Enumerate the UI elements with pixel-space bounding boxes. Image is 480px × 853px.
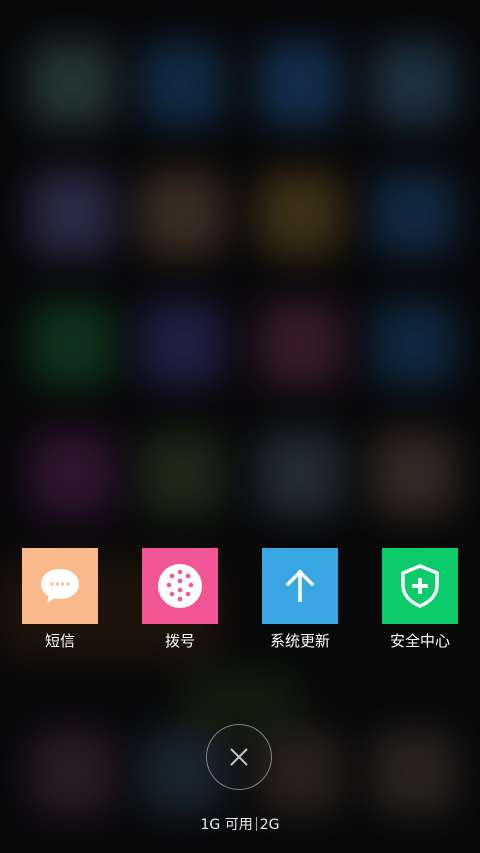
recent-app-dialer[interactable]: 拨号 [130,548,230,651]
recent-apps-row: 短信 拨号 系统更新 安全中心 [0,548,480,658]
app-label-messages: 短信 [44,632,75,650]
recents-screen: 短信 拨号 系统更新 安全中心 1G 可用 2G [0,0,480,853]
app-label-system-update: 系统更新 [269,632,330,650]
shield-plus-icon [382,548,458,624]
recent-app-system-update[interactable]: 系统更新 [250,548,350,651]
app-label-security-center: 安全中心 [389,632,450,650]
memory-total: 2G [259,817,280,833]
dialpad-icon [142,548,218,624]
recent-app-security-center[interactable]: 安全中心 [370,548,470,651]
app-label-dialer: 拨号 [164,632,195,650]
message-icon [22,548,98,624]
recent-app-messages[interactable]: 短信 [10,548,110,651]
clear-all-button[interactable] [206,724,272,790]
memory-divider [255,817,257,831]
memory-available: 1G 可用 [200,817,253,833]
close-icon [230,748,248,766]
memory-status: 1G 可用 2G [0,815,480,835]
arrow-up-icon [262,548,338,624]
